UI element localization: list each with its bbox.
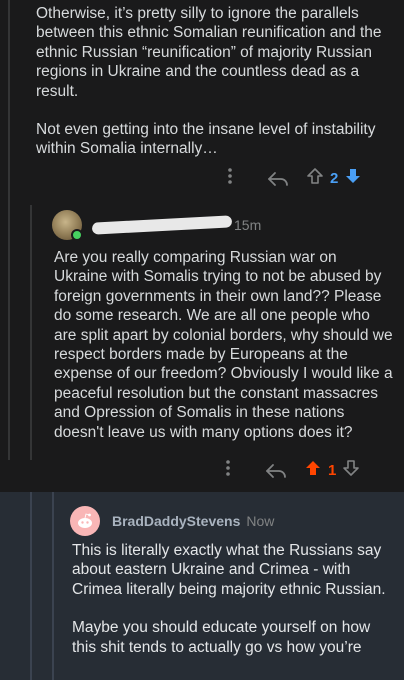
thread-line[interactable] xyxy=(8,0,10,460)
more-options-icon[interactable] xyxy=(208,460,248,481)
thread-line[interactable] xyxy=(30,492,32,680)
comment-body: Otherwise, it’s pretty silly to ignore t… xyxy=(36,4,388,159)
snoo-avatar-icon[interactable] xyxy=(70,506,100,536)
redacted-username xyxy=(91,215,233,235)
vote-controls: 1 xyxy=(304,459,360,482)
more-options-icon[interactable] xyxy=(210,168,250,189)
thread-line[interactable] xyxy=(30,205,32,460)
vote-score: 1 xyxy=(328,462,337,479)
comment-body: Are you really comparing Russian war on … xyxy=(54,248,394,442)
comment-timestamp: 15m xyxy=(234,217,262,233)
thread-line[interactable] xyxy=(52,492,54,680)
reply-icon[interactable] xyxy=(248,463,304,479)
comment-paragraph: Otherwise, it’s pretty silly to ignore t… xyxy=(36,5,382,100)
comment-paragraph: Not even getting into the insane level o… xyxy=(36,121,376,158)
comment-body: This is literally exactly what the Russi… xyxy=(72,541,392,657)
avatar[interactable] xyxy=(52,210,83,241)
comment-actions: 2 xyxy=(210,167,362,190)
upvote-icon[interactable] xyxy=(304,459,322,482)
comment-header: 15m xyxy=(52,210,262,241)
comment-paragraph: Maybe you should educate yourself on how… xyxy=(72,619,371,656)
vote-controls: 2 xyxy=(306,167,362,190)
downvote-icon[interactable] xyxy=(342,459,360,482)
reply-icon[interactable] xyxy=(250,171,306,187)
comment-username[interactable]: BradDaddyStevens xyxy=(112,513,240,529)
comment-header: BradDaddyStevens Now xyxy=(70,506,274,536)
comment-paragraph: This is literally exactly what the Russi… xyxy=(72,542,386,598)
upvote-icon[interactable] xyxy=(306,167,324,190)
downvote-icon[interactable] xyxy=(344,167,362,190)
comment-paragraph: Are you really comparing Russian war on … xyxy=(54,249,393,441)
vote-score: 2 xyxy=(330,170,339,187)
comment-actions: 1 xyxy=(208,459,360,482)
online-indicator xyxy=(71,229,83,241)
comment-timestamp: Now xyxy=(246,513,275,529)
